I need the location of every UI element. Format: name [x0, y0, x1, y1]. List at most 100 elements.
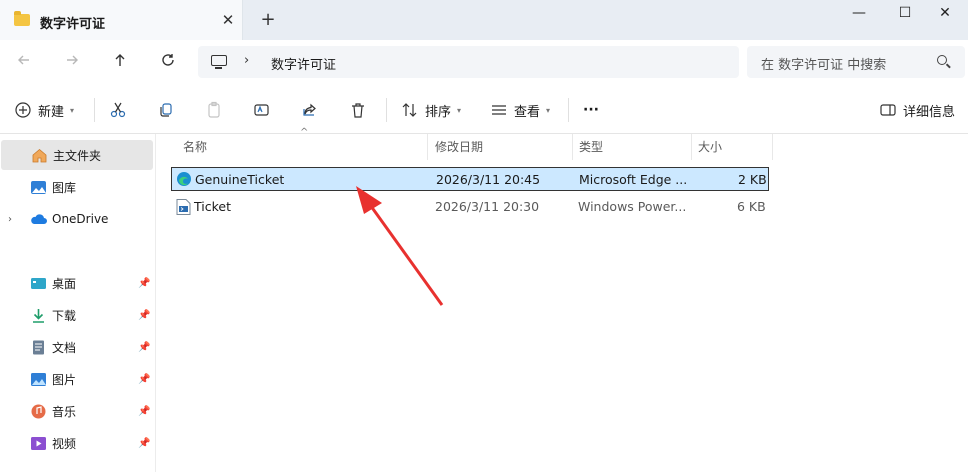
- sort-icon: [402, 103, 417, 117]
- pin-icon[interactable]: 📌: [138, 310, 150, 321]
- new-tab-button[interactable]: +: [258, 10, 278, 30]
- download-icon: [33, 308, 44, 323]
- sidebar-item-desktop[interactable]: 桌面 📌: [0, 268, 152, 298]
- toolbar-divider: [568, 98, 569, 122]
- chevron-right-icon[interactable]: ›: [8, 214, 12, 225]
- chevron-down-icon: ▾: [457, 105, 462, 115]
- desktop-icon: [31, 277, 46, 289]
- view-list-icon: [492, 105, 506, 115]
- breadcrumb-current-folder[interactable]: 数字许可证: [271, 54, 336, 73]
- tab-current-folder[interactable]: 数字许可证 ✕: [0, 0, 243, 40]
- video-icon: [31, 436, 46, 450]
- onedrive-cloud-icon: [31, 213, 47, 224]
- sidebar-item-onedrive[interactable]: › OneDrive: [0, 204, 152, 234]
- refresh-button[interactable]: [156, 51, 180, 75]
- file-list: ^ 名称 修改日期 类型 大小 GenuineTicket 2026/3/11 …: [157, 127, 968, 472]
- close-tab-button[interactable]: ✕: [218, 10, 238, 30]
- breadcrumb-chevron-icon[interactable]: ›: [244, 53, 249, 68]
- copy-button[interactable]: [157, 98, 175, 122]
- file-size: 2 KB: [738, 172, 767, 187]
- column-header-type[interactable]: 类型: [573, 134, 692, 160]
- sidebar-item-home[interactable]: 主文件夹: [1, 140, 153, 170]
- file-modified: 2026/3/11 20:30: [435, 199, 540, 214]
- sort-button[interactable]: 排序 ▾: [401, 98, 461, 122]
- sidebar-item-label: 图库: [52, 180, 77, 195]
- sidebar-item-label: 文档: [52, 340, 77, 355]
- file-type: Windows Power...: [578, 199, 687, 214]
- minimize-button[interactable]: —: [836, 0, 882, 28]
- new-button[interactable]: 新建 ▾: [14, 98, 74, 122]
- toolbar-divider: [386, 98, 387, 122]
- details-pane-button[interactable]: 详细信息: [879, 98, 955, 122]
- column-header-name[interactable]: 名称: [177, 134, 428, 160]
- address-bar[interactable]: › 数字许可证: [198, 46, 739, 78]
- sidebar-item-downloads[interactable]: 下载 📌: [0, 300, 152, 330]
- sidebar-item-label: 主文件夹: [53, 148, 102, 163]
- clipboard-icon: [208, 101, 220, 118]
- delete-button[interactable]: [349, 98, 367, 122]
- pin-icon[interactable]: 📌: [138, 438, 150, 449]
- file-name: Ticket: [194, 199, 231, 214]
- navigation-pane: 主文件夹 图库 › OneDrive 桌面 📌 下载 📌 文档 📌 图片 📌 音…: [0, 134, 156, 472]
- scissors-icon: [110, 102, 126, 118]
- sidebar-item-label: 桌面: [52, 276, 77, 291]
- search-icon: [937, 55, 947, 65]
- view-button[interactable]: 查看 ▾: [490, 98, 550, 122]
- title-bar: 数字许可证 ✕ + — ☐ ✕: [0, 0, 968, 40]
- share-icon: [303, 103, 316, 116]
- table-row-ticket[interactable]: Ticket 2026/3/11 20:30 Windows Power... …: [171, 195, 769, 219]
- sidebar-item-pictures[interactable]: 图片 📌: [0, 364, 152, 394]
- rename-icon: [254, 104, 269, 116]
- up-button[interactable]: [108, 51, 132, 75]
- more-options-label: ···: [583, 102, 599, 118]
- pin-icon[interactable]: 📌: [138, 406, 150, 417]
- forward-button[interactable]: [60, 51, 84, 75]
- details-pane-icon: [880, 104, 896, 116]
- paste-button[interactable]: [205, 98, 223, 122]
- cut-button[interactable]: [109, 98, 127, 122]
- file-modified: 2026/3/11 20:45: [436, 172, 541, 187]
- pin-icon[interactable]: 📌: [138, 342, 150, 353]
- sidebar-item-label: OneDrive: [52, 212, 109, 226]
- search-box[interactable]: 在 数字许可证 中搜索: [747, 46, 965, 78]
- table-row-genuineticket[interactable]: GenuineTicket 2026/3/11 20:45 Microsoft …: [171, 167, 769, 191]
- file-type: Microsoft Edge ...: [579, 172, 688, 187]
- column-header-modified[interactable]: 修改日期: [429, 134, 573, 160]
- sidebar-item-gallery[interactable]: 图库: [0, 172, 152, 202]
- details-pane-label: 详细信息: [903, 104, 956, 120]
- sidebar-item-label: 下载: [52, 308, 77, 323]
- sidebar-item-label: 视频: [52, 436, 77, 451]
- music-icon: [31, 404, 46, 418]
- file-size: 6 KB: [737, 199, 766, 214]
- file-name: GenuineTicket: [195, 172, 285, 187]
- navigation-bar: › 数字许可证 在 数字许可证 中搜索: [0, 40, 968, 86]
- script-file-icon: [176, 199, 191, 215]
- pin-icon[interactable]: 📌: [138, 278, 150, 289]
- rename-button[interactable]: [253, 98, 271, 122]
- view-button-label: 查看: [514, 104, 541, 120]
- command-bar: 新建 ▾ 排序 ▾ 查看 ▾ ··· 详细信息: [0, 86, 968, 134]
- arrow-right-icon: [67, 55, 78, 65]
- sidebar-item-documents[interactable]: 文档 📌: [0, 332, 152, 362]
- sidebar-item-label: 音乐: [52, 404, 77, 419]
- arrow-up-icon: [115, 54, 125, 66]
- document-icon: [33, 340, 44, 354]
- trash-icon: [352, 103, 364, 118]
- picture-icon: [31, 372, 46, 386]
- pin-icon[interactable]: 📌: [138, 374, 150, 385]
- column-header-size[interactable]: 大小: [692, 134, 773, 160]
- back-button[interactable]: [12, 51, 36, 75]
- refresh-icon: [162, 54, 174, 66]
- chevron-down-icon: ▾: [70, 105, 75, 115]
- search-input[interactable]: 在 数字许可证 中搜索: [761, 54, 886, 73]
- share-button[interactable]: [301, 98, 319, 122]
- more-options-button[interactable]: ···: [583, 98, 599, 122]
- tab-title: 数字许可证: [40, 17, 106, 32]
- sidebar-item-videos[interactable]: 视频 📌: [0, 428, 152, 458]
- plus-circle-icon: [15, 102, 31, 118]
- sidebar-item-music[interactable]: 音乐 📌: [0, 396, 152, 426]
- close-window-button[interactable]: ✕: [922, 0, 968, 28]
- edge-html-file-icon: [177, 172, 191, 186]
- home-icon: [32, 148, 47, 162]
- sort-button-label: 排序: [425, 104, 452, 120]
